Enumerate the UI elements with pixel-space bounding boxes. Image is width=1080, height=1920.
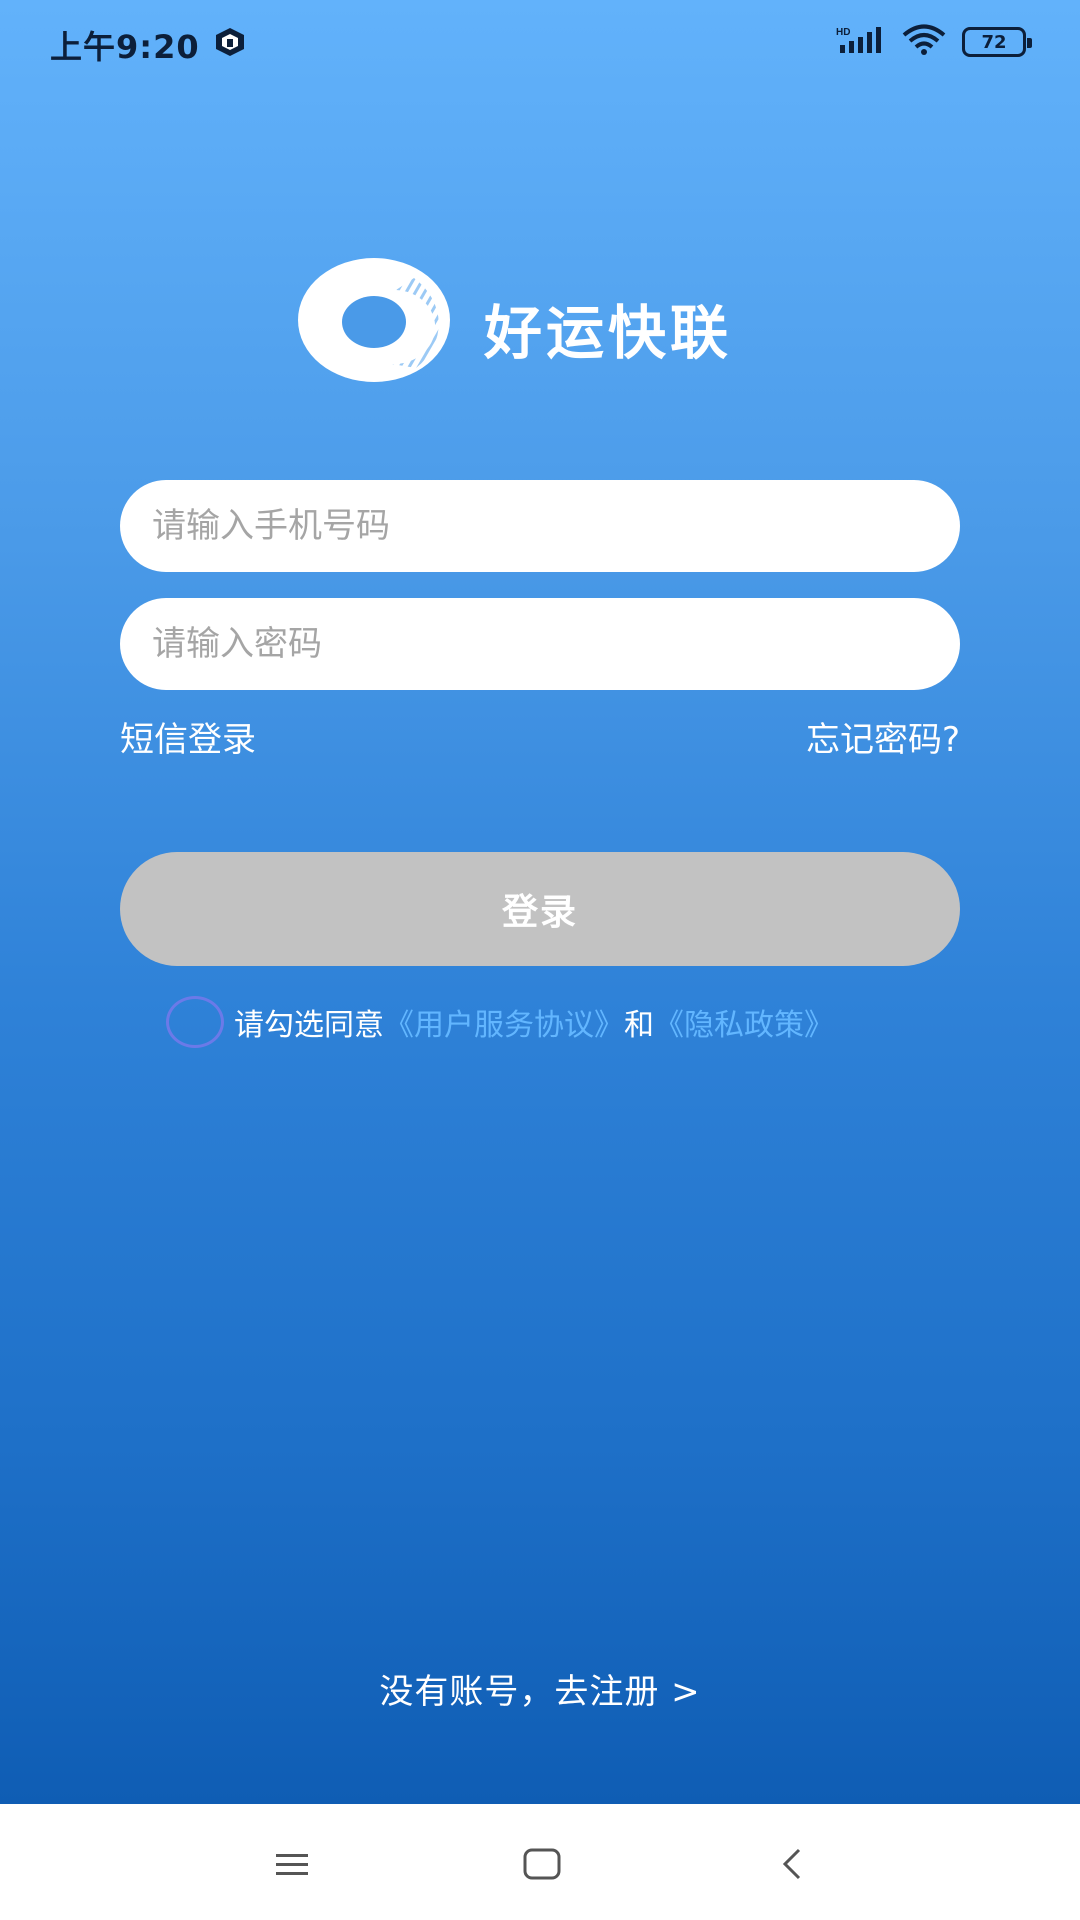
privacy-policy-link[interactable]: 《隐私政策》 [654, 1000, 834, 1044]
app-notification-icon [212, 26, 248, 58]
app-name: 好运快联 [484, 299, 733, 367]
home-square-icon[interactable] [512, 1834, 572, 1894]
forgot-password-link[interactable]: 忘记密码? [806, 712, 960, 761]
phone-input[interactable] [120, 480, 960, 572]
status-bar: 上午9:20 HD 72 [0, 0, 1080, 84]
status-indicators: HD 72 [836, 24, 1032, 60]
login-links: 短信登录 忘记密码? [120, 712, 960, 762]
system-nav-bar [0, 1804, 1080, 1920]
agreement-checkbox[interactable] [166, 996, 224, 1048]
wifi-icon [902, 24, 946, 60]
battery-icon: 72 [962, 27, 1032, 57]
register-link[interactable]: 没有账号，去注册 > [0, 1664, 1080, 1713]
app-logo: 好运快联 [296, 256, 796, 386]
agreement-row: 请勾选同意 《用户服务协议》 和 《隐私政策》 [166, 996, 834, 1048]
agreement-and: 和 [624, 1008, 654, 1043]
back-chevron-icon[interactable] [762, 1834, 822, 1894]
menu-icon[interactable] [262, 1834, 322, 1894]
network-label: HD [836, 27, 850, 38]
login-button[interactable]: 登录 [120, 852, 960, 966]
signal-icon: HD [836, 25, 886, 59]
status-time: 上午9:20 [50, 28, 200, 66]
ring-logo-icon [296, 256, 456, 384]
login-screen: 上午9:20 HD 72 好运快联 请输入手机号码 短信登录 忘记密码? 登录 … [0, 0, 1080, 1804]
sms-login-link[interactable]: 短信登录 [120, 712, 256, 761]
password-input[interactable] [120, 598, 960, 690]
service-agreement-link[interactable]: 《用户服务协议》 [384, 1000, 624, 1044]
agreement-prefix: 请勾选同意 [234, 1008, 384, 1043]
